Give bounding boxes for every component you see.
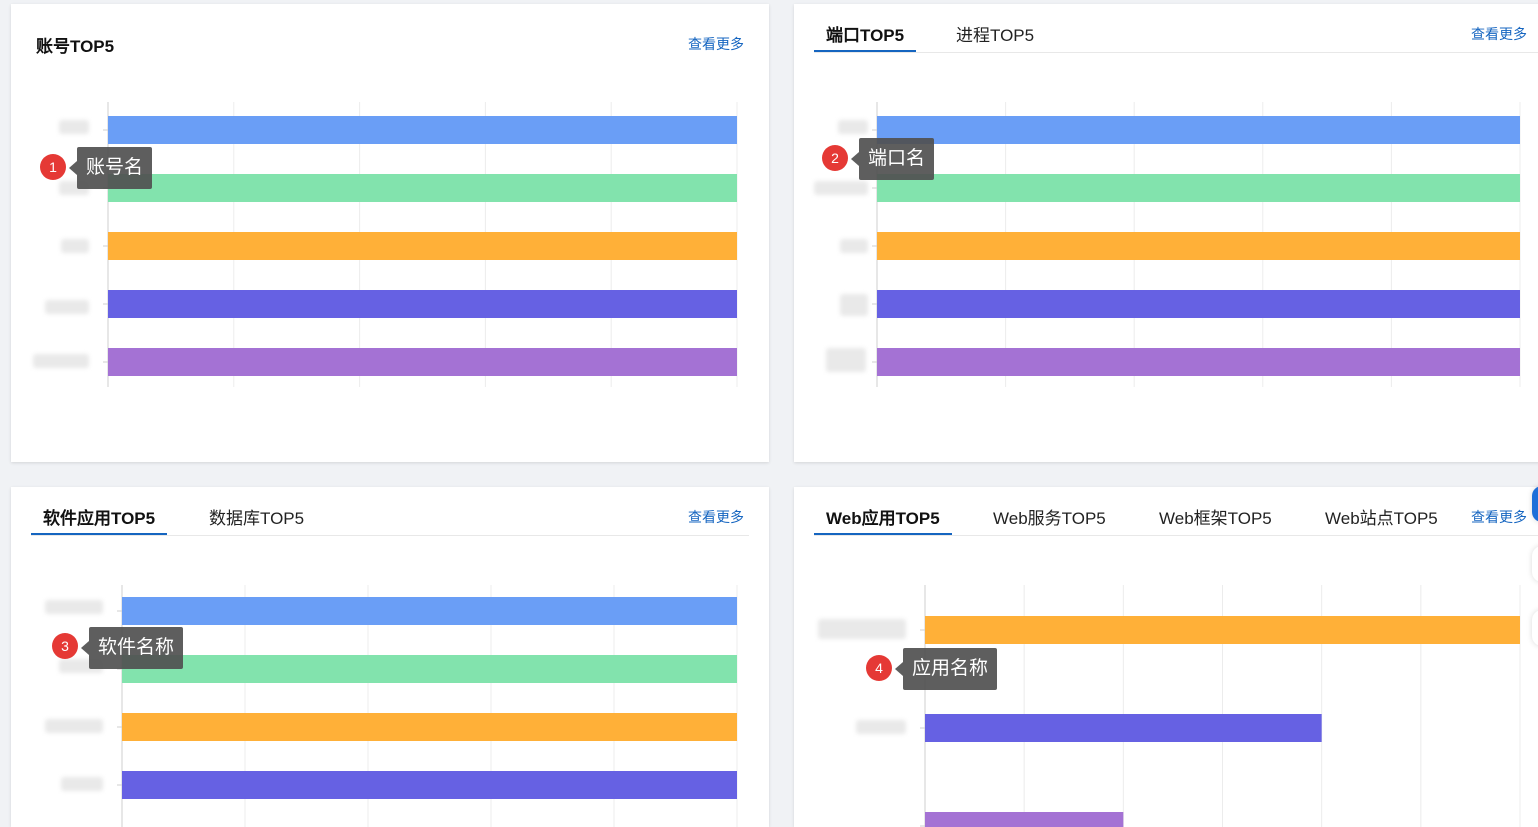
- port-top5-card: 端口TOP5 进程TOP5 查看更多 2 端口名: [794, 4, 1538, 462]
- annotation-badge: 4: [866, 655, 892, 681]
- chart-bar: [108, 232, 737, 260]
- blurred-label: [59, 120, 89, 134]
- chart-bar: [108, 290, 737, 318]
- blurred-label: [45, 600, 103, 614]
- chart-bar: [122, 655, 737, 683]
- blurred-label: [838, 120, 868, 134]
- software-top5-card: 软件应用TOP5 数据库TOP5 查看更多 3 软件名称: [11, 487, 769, 827]
- chart-bar: [122, 713, 737, 741]
- chart-bar: [925, 812, 1124, 827]
- chart-bar: [122, 597, 737, 625]
- account-top5-card: 账号TOP5 查看更多 1 账号名: [11, 4, 769, 462]
- chart-tooltip: 账号名: [68, 147, 153, 189]
- blurred-label: [61, 239, 89, 253]
- blurred-label: [826, 348, 866, 372]
- annotation-badge: 2: [822, 145, 848, 171]
- chart-bar: [925, 714, 1322, 742]
- chart-tooltip: 软件名称: [80, 627, 184, 669]
- blurred-label: [818, 619, 906, 639]
- web-top5-card: Web应用TOP5 Web服务TOP5 Web框架TOP5 Web站点TOP5 …: [794, 487, 1538, 827]
- chart-tooltip: 应用名称: [894, 648, 998, 690]
- chart-bar: [877, 232, 1520, 260]
- floating-widget[interactable]: [1532, 610, 1538, 646]
- blurred-label: [45, 719, 103, 733]
- floating-widget[interactable]: [1532, 546, 1538, 582]
- blurred-label: [61, 777, 103, 791]
- chart-bar: [877, 116, 1520, 144]
- chart-bar: [122, 771, 737, 799]
- blurred-label: [856, 720, 906, 734]
- chart-bar: [108, 116, 737, 144]
- chart-bar: [108, 348, 737, 376]
- annotation-badge: 3: [52, 633, 78, 659]
- chart-bar: [108, 174, 737, 202]
- floating-widget[interactable]: [1532, 486, 1538, 522]
- chart-bar: [877, 290, 1520, 318]
- chart-bar: [877, 174, 1520, 202]
- blurred-label: [33, 354, 89, 368]
- chart-bar: [877, 348, 1520, 376]
- annotation-badge: 1: [40, 154, 66, 180]
- account-bar-chart: [103, 102, 738, 387]
- blurred-label: [840, 294, 868, 316]
- blurred-label: [840, 239, 868, 253]
- blurred-label: [45, 300, 89, 314]
- chart-bar: [925, 616, 1520, 644]
- blurred-label: [814, 181, 868, 195]
- chart-tooltip: 端口名: [850, 138, 935, 180]
- port-bar-chart: [872, 102, 1521, 387]
